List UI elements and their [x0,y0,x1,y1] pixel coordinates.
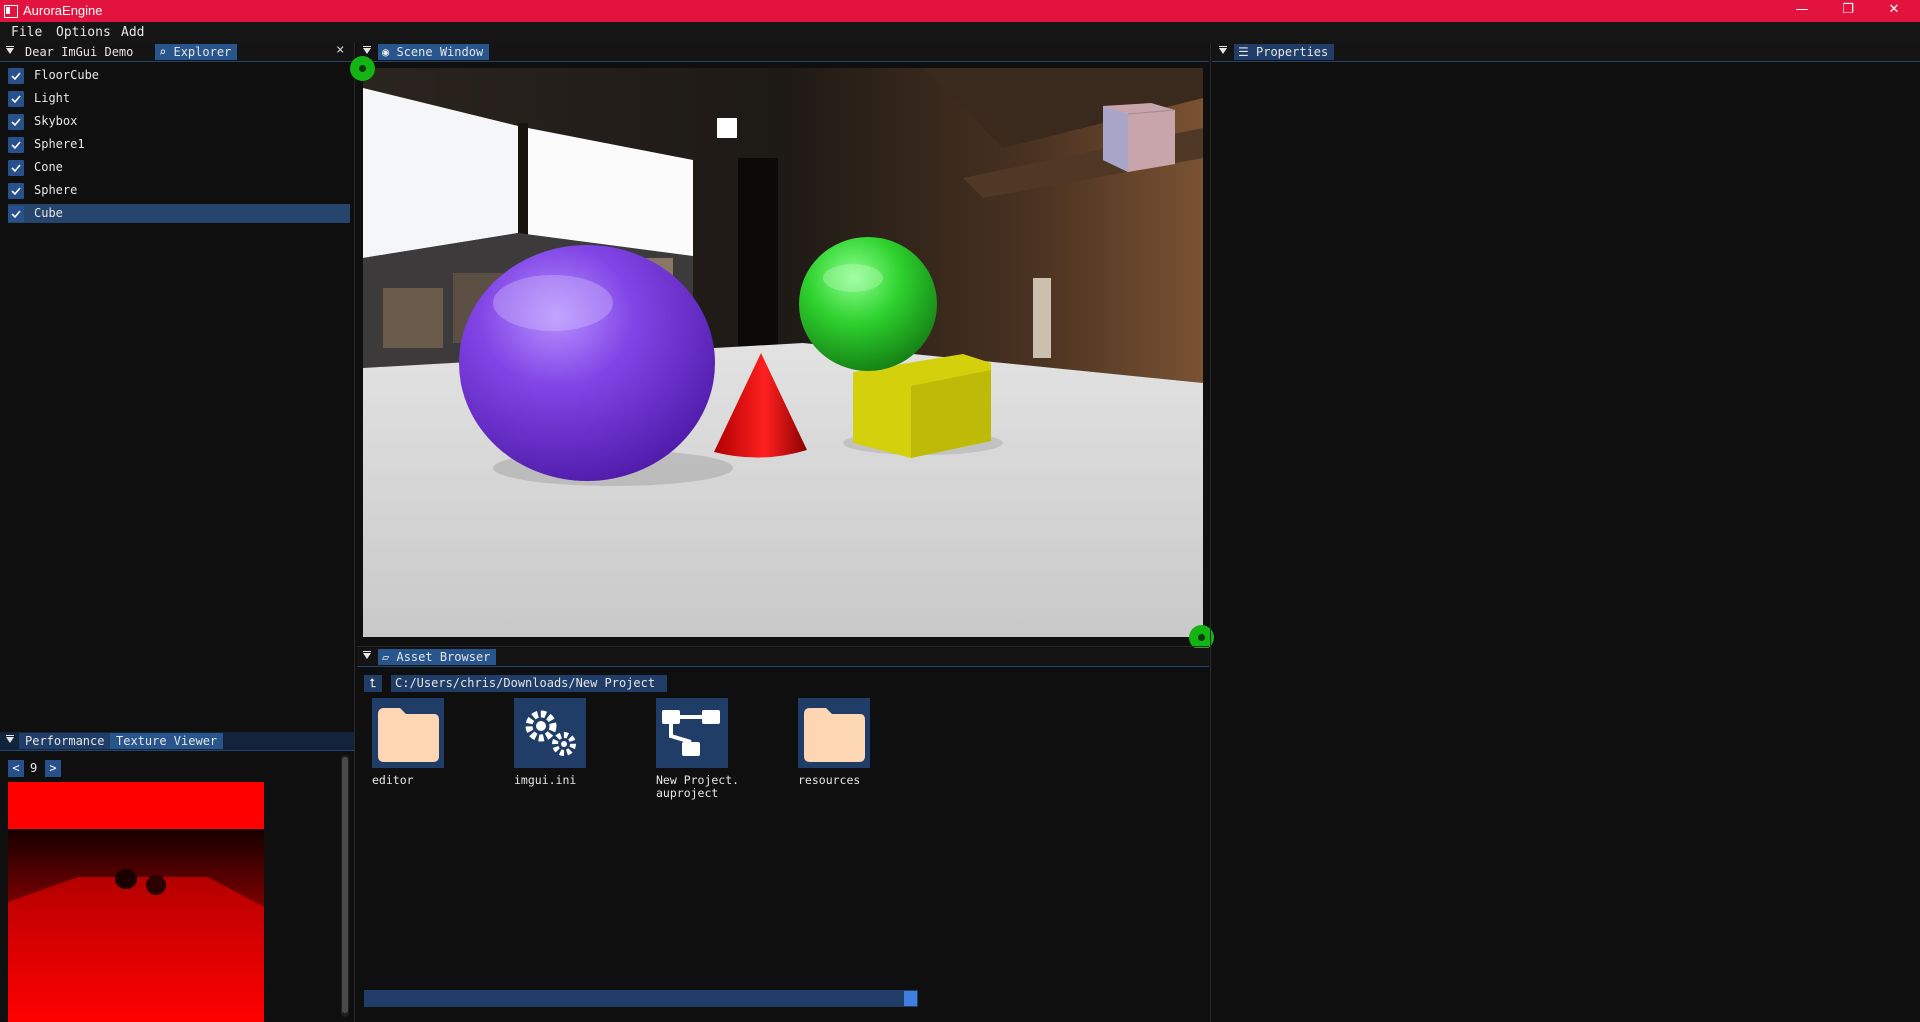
texture-preview [8,782,264,1022]
right-splitter[interactable] [1210,43,1211,1022]
visibility-checkbox[interactable] [8,68,24,84]
visibility-checkbox[interactable] [8,206,24,222]
window-title: AuroraEngine [23,3,103,18]
tab-explorer[interactable]: ⌕ Explorer [155,44,238,60]
asset-item[interactable]: editor [372,698,462,798]
up-directory-button[interactable]: ⮤ [364,675,382,692]
properties-tabbar: ☰ Properties [1212,43,1920,62]
tab-scene-window[interactable]: ◉ Scene Window [378,44,490,60]
tab-dear-imgui-demo[interactable]: Dear ImGui Demo [19,44,139,60]
dock-menu-icon[interactable] [363,46,371,54]
explorer-item-label: FloorCube [34,68,100,82]
app-icon [4,5,18,18]
scene-viewport[interactable] [363,68,1203,637]
zoom-slider[interactable] [364,990,918,1007]
close-tab-icon[interactable]: × [336,42,344,58]
gears-icon [514,698,586,768]
explorer-item[interactable]: Light [8,89,350,108]
explorer-item[interactable]: Sphere1 [8,135,350,154]
search-icon: ⌕ [159,45,167,59]
left-bottom-tabbar: Performance Texture Viewer [0,732,354,751]
gizmo-handle-top-left[interactable] [350,56,375,81]
tab-asset-browser-label: Asset Browser [396,650,491,664]
dock-menu-icon[interactable] [1219,46,1227,54]
left-dock-tabbar: Dear ImGui Demo ⌕ Explorer × [0,42,354,62]
title-bar: AuroraEngine — ❐ ✕ [0,0,1920,22]
scene-tabbar: ◉ Scene Window [357,43,1209,62]
prev-texture-button[interactable]: < [8,760,24,777]
explorer-item[interactable]: FloorCube [8,66,350,85]
explorer-item-label: Cube [34,206,63,220]
explorer-item-label: Skybox [34,114,78,128]
dock-menu-icon[interactable] [363,651,371,659]
tab-texture-viewer[interactable]: Texture Viewer [110,733,224,749]
tab-scene-window-label: Scene Window [396,45,484,59]
asset-label: imgui.ini [514,773,577,787]
list-icon: ☰ [1238,45,1249,59]
folder-icon [372,698,444,768]
asset-label: resources [798,773,861,787]
explorer-item-label: Sphere [34,183,78,197]
center-splitter[interactable] [357,646,1209,647]
left-splitter[interactable] [354,43,355,1022]
menu-bar: File Options Add [0,22,1920,43]
visibility-checkbox[interactable] [8,137,24,153]
tab-asset-browser[interactable]: ▱ Asset Browser [378,649,497,665]
close-button[interactable]: ✕ [1872,0,1916,22]
visibility-checkbox[interactable] [8,160,24,176]
visibility-checkbox[interactable] [8,183,24,199]
tab-explorer-label: Explorer [173,45,232,59]
explorer-item-label: Cone [34,160,63,174]
restore-button[interactable]: ❐ [1826,0,1870,22]
visibility-checkbox[interactable] [8,114,24,130]
next-texture-button[interactable]: > [45,760,61,777]
dock-menu-icon[interactable] [6,735,14,743]
menu-add[interactable]: Add [121,25,144,40]
menu-file[interactable]: File [11,25,42,40]
tab-properties[interactable]: ☰ Properties [1234,44,1335,60]
visibility-checkbox[interactable] [8,91,24,107]
asset-item[interactable]: resources [798,698,888,798]
asset-label: New Project. auproject [656,773,740,800]
minimize-button[interactable]: — [1780,0,1824,22]
scrollbar-track[interactable] [341,755,349,1017]
tab-performance[interactable]: Performance [19,733,111,749]
folder-icon [798,698,870,768]
explorer-item-label: Light [34,91,71,105]
dock-menu-icon[interactable] [6,46,14,54]
zoom-slider-grab[interactable] [904,991,917,1006]
asset-label: editor [372,773,414,787]
asset-item[interactable]: New Project. auproject [656,698,746,800]
explorer-item[interactable]: Sphere [8,181,350,200]
explorer-item[interactable]: Cone [8,158,350,177]
project-graph-icon [656,698,728,768]
path-field[interactable]: C:/Users/chris/Downloads/New Project [391,675,667,692]
asset-tabbar: ▱ Asset Browser [357,648,1209,667]
tab-properties-label: Properties [1256,45,1329,59]
texture-index: 9 [30,761,38,775]
folder-open-icon: ▱ [382,650,390,664]
asset-item[interactable]: imgui.ini [514,698,604,798]
eye-icon: ◉ [382,45,390,59]
scrollbar-thumb[interactable] [342,757,348,1013]
explorer-item[interactable]: Skybox [8,112,350,131]
explorer-item-label: Sphere1 [34,137,85,151]
explorer-item[interactable]: Cube [8,204,350,223]
explorer-list: FloorCube Light Skybox Sphere1 Cone Sphere Cub… [0,66,354,726]
menu-options[interactable]: Options [56,25,111,40]
